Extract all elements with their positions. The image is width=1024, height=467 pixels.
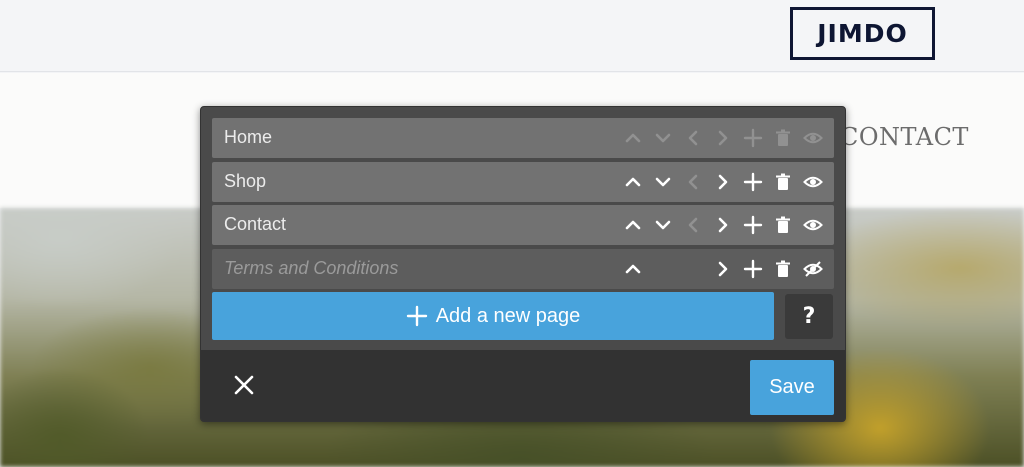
add-page-label: Add a new page: [435, 304, 581, 327]
eye-icon: [798, 126, 828, 150]
trash-icon[interactable]: [768, 257, 798, 281]
page-row-controls: [618, 170, 828, 194]
plus-icon[interactable]: [738, 170, 768, 194]
eye-icon[interactable]: [798, 213, 828, 237]
page-row[interactable]: Shop: [212, 162, 834, 202]
chevron-right-icon: [708, 126, 738, 150]
chevron-up-icon[interactable]: [618, 170, 648, 194]
page-row-controls: [618, 213, 828, 237]
chevron-right-icon[interactable]: [708, 170, 738, 194]
page-row-label[interactable]: Terms and Conditions: [224, 258, 398, 279]
page-row[interactable]: Terms and Conditions: [212, 249, 834, 289]
chevron-left-icon: [678, 257, 708, 281]
close-icon: [234, 375, 254, 395]
chevron-right-icon[interactable]: [708, 257, 738, 281]
trash-icon[interactable]: [768, 213, 798, 237]
eye-icon[interactable]: [798, 170, 828, 194]
add-page-button[interactable]: Add a new page: [212, 292, 774, 340]
page-row[interactable]: Home: [212, 118, 834, 158]
page-row-controls: [618, 257, 828, 281]
eye-slash-icon[interactable]: [798, 257, 828, 281]
logo-text: JIMDO: [817, 19, 908, 48]
plus-icon[interactable]: [738, 257, 768, 281]
page-row-label[interactable]: Shop: [224, 171, 266, 192]
trash-icon[interactable]: [768, 170, 798, 194]
top-bar: JIMDO: [0, 0, 1024, 72]
close-button[interactable]: [229, 370, 259, 400]
page-row-label[interactable]: Contact: [224, 214, 286, 235]
chevron-down-icon: [648, 126, 678, 150]
trash-icon: [768, 126, 798, 150]
navigation-editor-panel: Home Shop Contact Terms and Conditions Add …: [200, 106, 846, 422]
chevron-left-icon: [678, 126, 708, 150]
editor-footer: Save: [201, 350, 845, 421]
chevron-up-icon: [618, 126, 648, 150]
help-button[interactable]: ?: [785, 294, 833, 339]
chevron-left-icon: [678, 213, 708, 237]
page-row-controls: [618, 126, 828, 150]
chevron-up-icon[interactable]: [618, 257, 648, 281]
chevron-down-icon[interactable]: [648, 213, 678, 237]
save-button[interactable]: Save: [750, 360, 834, 415]
plus-icon: [738, 126, 768, 150]
jimdo-logo[interactable]: JIMDO: [790, 7, 935, 60]
page-row-label[interactable]: Home: [224, 127, 272, 148]
chevron-up-icon[interactable]: [618, 213, 648, 237]
page-row[interactable]: Contact: [212, 205, 834, 245]
help-label: ?: [802, 304, 816, 329]
chevron-left-icon: [678, 170, 708, 194]
chevron-right-icon[interactable]: [708, 213, 738, 237]
plus-icon: [406, 305, 427, 327]
site-nav-item-contact[interactable]: CONTACT: [840, 123, 969, 151]
chevron-down-icon: [648, 257, 678, 281]
plus-icon[interactable]: [738, 213, 768, 237]
save-label: Save: [769, 376, 815, 398]
chevron-down-icon[interactable]: [648, 170, 678, 194]
